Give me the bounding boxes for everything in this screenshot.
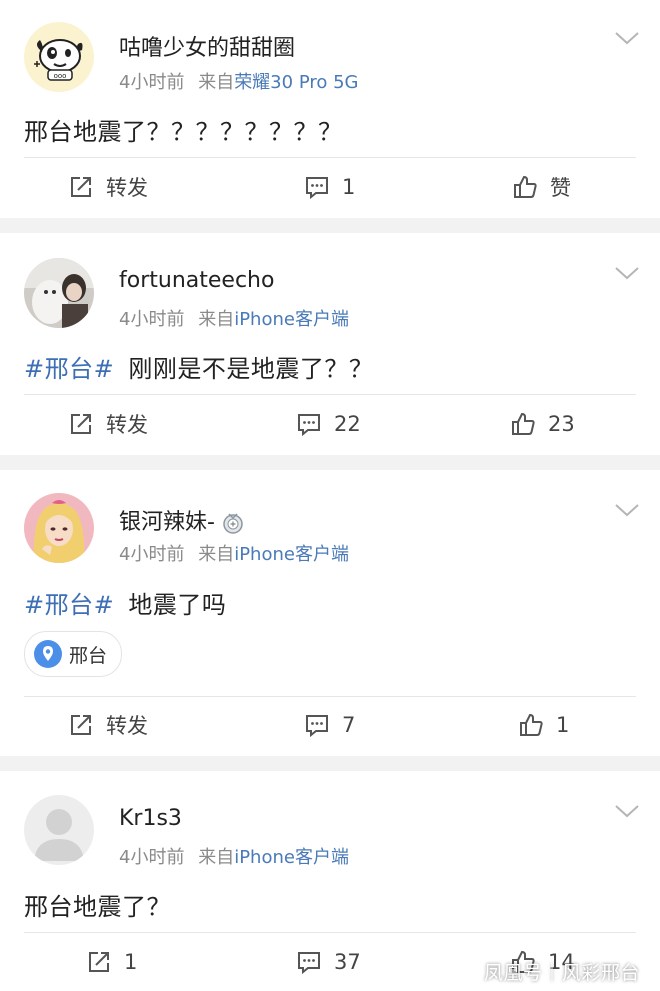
username-text: 银河辣妹- [119, 510, 215, 535]
repost-label: 转发 [106, 413, 148, 437]
repost-label: 转发 [106, 714, 148, 738]
like-button[interactable]: 赞 [512, 172, 571, 202]
medal-icon [221, 511, 245, 535]
post-body: 刚刚是不是地震了？？ [128, 355, 374, 383]
repost-count: 1 [124, 950, 138, 974]
chevron-down-icon[interactable] [614, 502, 640, 518]
post-text: #邢台# 刚刚是不是地震了？？ [24, 349, 373, 384]
hashtag-link[interactable]: #邢台# [24, 591, 114, 619]
username[interactable]: 银河辣妹- [119, 504, 245, 536]
location-tag[interactable]: 邢台 [24, 631, 123, 677]
post-source[interactable]: iPhone客户端 [234, 847, 349, 868]
post-time: 4小时前 [119, 847, 185, 868]
hashtag-link[interactable]: #邢台# [24, 355, 114, 383]
location-pin-icon [33, 639, 63, 669]
like-count: 赞 [550, 176, 571, 200]
repost-button[interactable]: 转发 [68, 409, 148, 439]
share-icon [68, 174, 94, 200]
repost-button[interactable]: 1 [86, 947, 137, 977]
from-label: 来自 [198, 309, 235, 330]
post-text: 邢台地震了？ [24, 887, 171, 922]
thumbs-up-icon [518, 712, 544, 738]
post-time: 4小时前 [119, 544, 185, 565]
comment-count: 1 [342, 175, 356, 199]
comment-icon [304, 712, 330, 738]
like-button[interactable]: 23 [510, 409, 575, 439]
post-body: 邢台地震了？ [24, 893, 171, 921]
comment-icon [296, 411, 322, 437]
username[interactable]: fortunateecho [119, 268, 274, 293]
comment-button[interactable]: 37 [296, 947, 361, 977]
post-meta: 4小时前 来自荣耀30 Pro 5G [119, 68, 359, 94]
share-icon [68, 712, 94, 738]
watermark: 凤凰号｜风彩邢台 [484, 962, 641, 984]
location-label: 邢台 [69, 644, 108, 667]
post-source[interactable]: iPhone客户端 [234, 544, 349, 565]
post-card: ooo 咕噜少女的甜甜圈 4小时前 来自荣耀30 Pro 5G 邢台地震了？？？… [0, 0, 660, 218]
comment-count: 37 [334, 950, 361, 974]
like-count: 1 [556, 713, 570, 737]
divider [24, 932, 636, 933]
comment-button[interactable]: 1 [304, 172, 355, 202]
post-time: 4小时前 [119, 72, 185, 93]
post-meta: 4小时前 来自iPhone客户端 [119, 843, 349, 869]
post-meta: 4小时前 来自iPhone客户端 [119, 540, 349, 566]
share-icon [68, 411, 94, 437]
username[interactable]: Kr1s3 [119, 806, 182, 831]
divider [24, 394, 636, 395]
repost-label: 转发 [106, 176, 148, 200]
post-meta: 4小时前 来自iPhone客户端 [119, 305, 349, 331]
like-count: 23 [548, 412, 575, 436]
chevron-down-icon[interactable] [614, 30, 640, 46]
chevron-down-icon[interactable] [614, 265, 640, 281]
post-source[interactable]: 荣耀30 Pro 5G [234, 72, 358, 93]
svg-text:ooo: ooo [54, 72, 67, 80]
avatar[interactable] [24, 493, 94, 563]
post-text: 邢台地震了？？？？？？？？ [24, 112, 343, 147]
avatar[interactable] [24, 258, 94, 328]
like-button[interactable]: 1 [518, 710, 569, 740]
thumbs-up-icon [510, 411, 536, 437]
comment-count: 22 [334, 412, 361, 436]
divider [24, 157, 636, 158]
username[interactable]: 咕噜少女的甜甜圈 [119, 30, 295, 62]
repost-button[interactable]: 转发 [68, 710, 148, 740]
post-text: #邢台# 地震了吗 [24, 585, 226, 620]
avatar[interactable]: ooo [24, 22, 94, 92]
divider [24, 696, 636, 697]
post-body: 邢台地震了？？？？？？？？ [24, 118, 343, 146]
chevron-down-icon[interactable] [614, 803, 640, 819]
post-card: 银河辣妹- 4小时前 来自iPhone客户端 #邢台# 地震了吗 邢台 转发 7 [0, 470, 660, 756]
comment-icon [304, 174, 330, 200]
avatar[interactable] [24, 795, 94, 865]
comment-button[interactable]: 22 [296, 409, 361, 439]
from-label: 来自 [198, 847, 235, 868]
comment-icon [296, 949, 322, 975]
share-icon [86, 949, 112, 975]
comment-button[interactable]: 7 [304, 710, 355, 740]
thumbs-up-icon [512, 174, 538, 200]
from-label: 来自 [198, 544, 235, 565]
comment-count: 7 [342, 713, 356, 737]
from-label: 来自 [198, 72, 235, 93]
post-time: 4小时前 [119, 309, 185, 330]
post-card: fortunateecho 4小时前 来自iPhone客户端 #邢台# 刚刚是不… [0, 233, 660, 455]
repost-button[interactable]: 转发 [68, 172, 148, 202]
post-source[interactable]: iPhone客户端 [234, 309, 349, 330]
post-body: 地震了吗 [128, 591, 227, 619]
